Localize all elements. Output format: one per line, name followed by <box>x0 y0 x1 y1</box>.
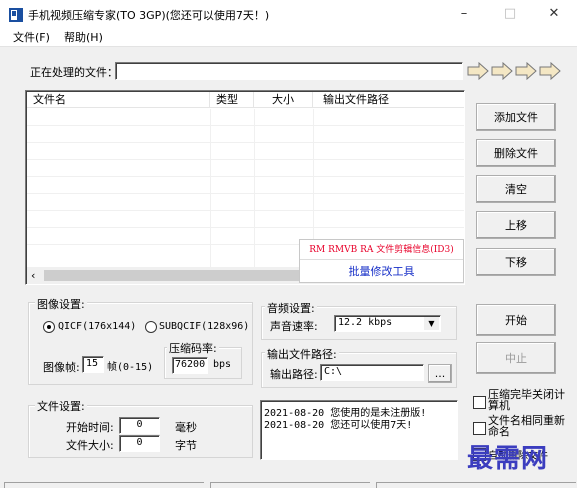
bitrate-unit: bps <box>213 359 232 370</box>
grid-line <box>27 142 464 143</box>
start-time-label: 开始时间: <box>66 421 114 434</box>
grid-line <box>27 227 464 228</box>
close-button[interactable]: ✕ <box>531 0 577 28</box>
grid-line <box>27 125 464 126</box>
audio-settings-legend: 音频设置: <box>265 300 317 316</box>
frames-input[interactable]: 15 <box>82 356 104 373</box>
chevron-down-icon[interactable]: ▼ <box>424 317 439 330</box>
grid-line <box>27 159 464 160</box>
bitrate-legend: 压缩码率: <box>167 340 219 356</box>
bitrate-input[interactable]: 76200 <box>172 357 208 374</box>
grid-line <box>27 210 464 211</box>
output-path-label: 输出路径: <box>270 368 318 381</box>
move-up-button[interactable]: 上移 <box>476 211 556 239</box>
shutdown-checkbox[interactable] <box>473 396 486 409</box>
progress-arrows <box>467 61 563 81</box>
processing-file-field <box>115 62 463 80</box>
column-header-filename[interactable]: 文件名 <box>27 92 210 108</box>
file-size-input[interactable]: 0 <box>119 435 160 452</box>
grid-line <box>27 176 464 177</box>
status-segment <box>376 482 576 488</box>
add-file-button[interactable]: 添加文件 <box>476 103 556 131</box>
audio-rate-label: 声音速率: <box>270 320 318 333</box>
scroll-left-icon[interactable]: ‹ <box>31 269 35 282</box>
radio-subqcif-label[interactable]: SUBQCIF(128x96) <box>159 321 249 332</box>
image-settings-legend: 图像设置: <box>35 296 87 312</box>
log-box[interactable]: 2021-08-20 您使用的是未注册版! 2021-08-20 您还可以使用7… <box>260 400 458 460</box>
status-segment <box>210 482 370 488</box>
menu-file[interactable]: 文件(F) <box>13 29 50 45</box>
log-line: 2021-08-20 您还可以使用7天! <box>264 420 413 431</box>
output-path-legend: 输出文件路径: <box>265 346 339 362</box>
processing-label: 正在处理的文件： <box>30 66 118 79</box>
audio-rate-value: 12.2 kbps <box>338 317 393 328</box>
maximize-button[interactable]: □ <box>487 0 533 28</box>
audio-rate-select[interactable]: 12.2 kbps ▼ <box>334 315 441 332</box>
radio-qcif-label[interactable]: QICF(176x144) <box>58 321 136 332</box>
menu-help[interactable]: 帮助(H) <box>64 29 103 45</box>
status-segment <box>4 482 204 488</box>
shutdown-checkbox-label[interactable]: 压缩完毕关闭计算机 <box>488 389 568 411</box>
stop-button[interactable]: 中止 <box>476 342 556 374</box>
file-list-header: 文件名 类型 大小 输出文件路径 <box>27 92 464 108</box>
column-header-output-path[interactable]: 输出文件路径 <box>313 92 464 108</box>
tools-panel: RM RMVB RA 文件剪辑信息(ID3) 批量修改工具 <box>299 239 464 283</box>
move-down-button[interactable]: 下移 <box>476 248 556 276</box>
column-header-type[interactable]: 类型 <box>210 92 254 108</box>
frames-label: 图像帧: <box>43 361 80 374</box>
window-title: 手机视频压缩专家(TO 3GP)(您还可以使用7天！) <box>28 9 270 22</box>
browse-button[interactable]: ... <box>428 364 452 383</box>
file-settings-legend: 文件设置: <box>35 398 87 414</box>
column-header-size[interactable]: 大小 <box>254 92 313 108</box>
start-time-unit: 毫秒 <box>175 421 197 434</box>
watermark-logo: 最需网 <box>467 444 549 474</box>
start-time-input[interactable]: 0 <box>119 417 160 434</box>
radio-subqcif[interactable] <box>145 321 157 333</box>
rename-checkbox[interactable] <box>473 422 486 435</box>
app-icon <box>9 8 23 22</box>
tag-editor-link[interactable]: RM RMVB RA 文件剪辑信息(ID3) <box>300 240 463 260</box>
file-size-unit: 字节 <box>175 439 197 452</box>
minimize-button[interactable]: – <box>441 0 487 28</box>
radio-qcif[interactable] <box>43 321 55 333</box>
start-button[interactable]: 开始 <box>476 304 556 336</box>
delete-file-button[interactable]: 删除文件 <box>476 139 556 167</box>
scrollbar-thumb[interactable] <box>44 270 304 281</box>
batch-tool-link[interactable]: 批量修改工具 <box>300 261 463 282</box>
file-size-label: 文件大小: <box>66 439 114 452</box>
rename-checkbox-label[interactable]: 文件名相同重新命名 <box>488 415 568 437</box>
frames-range-label: 帧(0-15) <box>107 362 154 373</box>
clear-button[interactable]: 清空 <box>476 175 556 203</box>
grid-line <box>27 193 464 194</box>
output-path-input[interactable]: C:\ <box>320 364 424 381</box>
